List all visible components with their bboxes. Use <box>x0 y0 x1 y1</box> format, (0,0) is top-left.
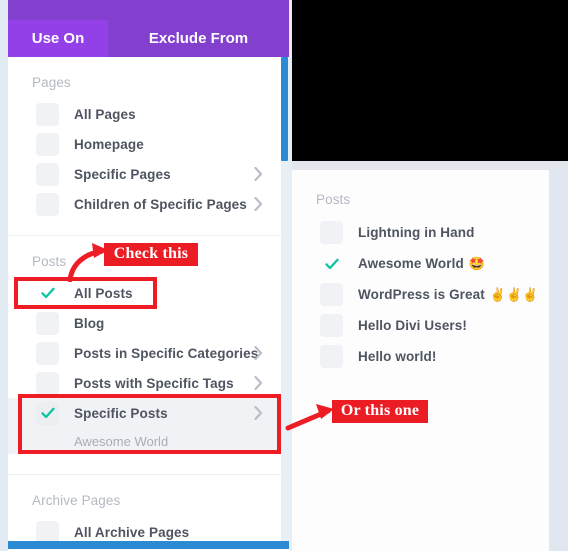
row-all-pages[interactable]: All Pages <box>8 99 281 129</box>
row-homepage[interactable]: Homepage <box>8 129 281 159</box>
row-label-post-wordpress-is-great: WordPress is Great <box>358 287 485 302</box>
specific-posts-selected-value: Awesome World <box>74 433 169 449</box>
checkbox-posts-with-specific-tags[interactable] <box>36 371 59 395</box>
checkbox-posts-in-specific-categories[interactable] <box>36 341 59 365</box>
row-blog[interactable]: Blog <box>8 308 281 338</box>
row-label-blog: Blog <box>74 315 105 331</box>
row-label-post-awesome-world: Awesome World <box>358 256 464 271</box>
tab-use-on-label: Use On <box>31 30 85 47</box>
checkbox-all-posts[interactable] <box>36 282 59 305</box>
left-panel-edge <box>0 0 8 551</box>
row-post-hello-world[interactable]: Hello world! <box>292 341 549 372</box>
checkbox-homepage[interactable] <box>36 132 59 156</box>
row-label-all-pages: All Pages <box>74 106 136 122</box>
checkbox-post-wordpress-is-great[interactable] <box>320 283 343 306</box>
chevron-right-icon[interactable] <box>254 197 263 211</box>
posts-selection-popup: Posts Lightning in Hand Awesome World 🤩 … <box>292 170 549 551</box>
row-all-posts[interactable]: All Posts <box>8 278 281 308</box>
right-group-title-posts: Posts <box>316 192 351 207</box>
background-dark-region <box>292 0 568 161</box>
row-label-homepage: Homepage <box>74 136 144 152</box>
row-specific-posts[interactable]: Specific Posts <box>8 398 281 428</box>
vertical-scrollbar-thumb[interactable] <box>281 57 288 161</box>
row-posts-with-specific-tags[interactable]: Posts with Specific Tags <box>8 368 281 398</box>
row-children-of-specific-pages[interactable]: Children of Specific Pages <box>8 189 281 219</box>
background-gutter-top <box>292 161 568 170</box>
checkbox-post-awesome-world[interactable] <box>320 252 343 275</box>
tab-use-on[interactable]: Use On <box>8 20 108 57</box>
conditions-scroll-area[interactable]: Pages All Pages Homepage Specific Pages <box>8 57 281 541</box>
row-label-all-archive-pages: All Archive Pages <box>74 524 190 540</box>
row-label-post-hello-world: Hello world! <box>358 349 437 364</box>
horizontal-scrollbar[interactable] <box>8 541 289 549</box>
row-posts-in-specific-categories[interactable]: Posts in Specific Categories <box>8 338 281 368</box>
row-label-all-posts: All Posts <box>74 285 133 301</box>
checkbox-all-archive-pages[interactable] <box>36 520 59 541</box>
group-posts: Posts All Posts Blog Posts in Specific C… <box>8 236 281 454</box>
checkbox-post-hello-divi-users[interactable] <box>320 314 343 337</box>
tab-bar: Use On Exclude From <box>8 0 289 57</box>
check-icon <box>40 407 55 419</box>
row-specific-pages[interactable]: Specific Pages <box>8 159 281 189</box>
conditions-popup: Use On Exclude From Pages All Pages Home… <box>8 0 289 551</box>
row-label-posts-with-specific-tags: Posts with Specific Tags <box>74 375 234 391</box>
annotation-check-this-text: Check this <box>113 245 189 262</box>
chevron-right-icon[interactable] <box>254 346 263 360</box>
row-post-lightning-in-hand[interactable]: Lightning in Hand <box>292 217 549 248</box>
row-label-specific-posts: Specific Posts <box>74 405 168 421</box>
checkbox-specific-posts[interactable] <box>36 401 59 425</box>
row-specific-posts-selection: Awesome World <box>8 428 281 454</box>
group-archive-pages: Archive Pages All Archive Pages <box>8 475 281 541</box>
tab-exclude-from-label: Exclude From <box>148 30 249 47</box>
annotation-or-this-one-text: Or this one <box>340 402 420 419</box>
annotation-label-check-this: Check this <box>104 243 198 266</box>
group-pages: Pages All Pages Homepage Specific Pages <box>8 57 281 219</box>
row-label-children-of-specific-pages: Children of Specific Pages <box>74 196 247 212</box>
checkbox-blog[interactable] <box>36 311 59 335</box>
row-label-post-hello-divi-users: Hello Divi Users! <box>358 318 467 333</box>
row-label-post-lightning-in-hand: Lightning in Hand <box>358 225 475 240</box>
victory-hand-emoji-icon: ✌️✌️✌️ <box>489 286 539 302</box>
chevron-right-icon[interactable] <box>254 167 263 181</box>
right-panel-gutter <box>549 170 568 551</box>
tab-exclude-from[interactable]: Exclude From <box>108 20 289 57</box>
row-all-archive-pages[interactable]: All Archive Pages <box>8 517 281 541</box>
row-post-hello-divi-users[interactable]: Hello Divi Users! <box>292 310 549 341</box>
group-title-pages: Pages <box>32 75 71 90</box>
checkbox-specific-pages[interactable] <box>36 162 59 186</box>
check-icon <box>324 258 339 269</box>
check-icon <box>40 287 55 299</box>
row-label-posts-in-specific-categories: Posts in Specific Categories <box>74 345 259 361</box>
chevron-right-icon[interactable] <box>254 406 263 420</box>
annotation-label-or-this-one: Or this one <box>332 400 428 423</box>
checkbox-post-hello-world[interactable] <box>320 345 343 368</box>
row-label-specific-pages: Specific Pages <box>74 166 171 182</box>
checkbox-post-lightning-in-hand[interactable] <box>320 221 343 244</box>
checkbox-all-pages[interactable] <box>36 102 59 126</box>
row-post-awesome-world[interactable]: Awesome World 🤩 <box>292 248 549 279</box>
group-title-archive-pages: Archive Pages <box>32 493 121 508</box>
row-post-wordpress-is-great[interactable]: WordPress is Great ✌️✌️✌️ <box>292 279 549 310</box>
chevron-right-icon[interactable] <box>254 376 263 390</box>
screen: Use On Exclude From Pages All Pages Home… <box>0 0 568 551</box>
checkbox-children-of-specific-pages[interactable] <box>36 192 59 216</box>
star-struck-emoji-icon: 🤩 <box>468 255 486 271</box>
